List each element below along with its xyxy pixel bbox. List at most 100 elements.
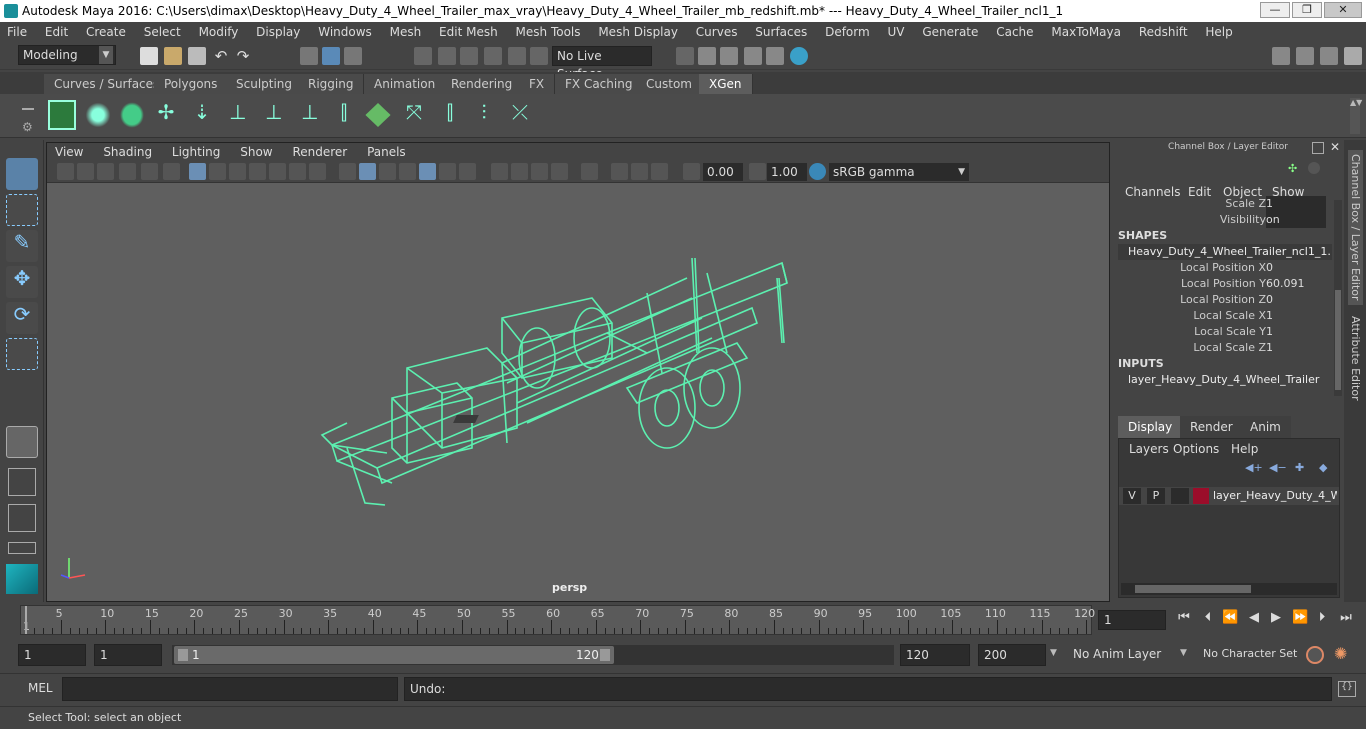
menu-deform[interactable]: Deform bbox=[818, 22, 877, 42]
shelf-tab-custom[interactable]: Custom bbox=[636, 74, 703, 94]
layer-menu-layers[interactable]: Layers bbox=[1129, 439, 1169, 459]
live-surface-field[interactable]: No Live Surface bbox=[552, 46, 652, 81]
modeling-toolkit-icon[interactable] bbox=[1296, 47, 1314, 65]
select-tool-icon[interactable] bbox=[6, 158, 38, 190]
channel-row[interactable]: Local Position Y 60.091 bbox=[1112, 276, 1332, 292]
wireframe-icon[interactable] bbox=[339, 163, 356, 180]
shadows-icon[interactable] bbox=[459, 163, 476, 180]
side-tab-channel-box[interactable]: Channel Box / Layer Editor bbox=[1348, 150, 1363, 305]
side-tab-attribute-editor[interactable]: Attribute Editor bbox=[1348, 312, 1363, 405]
script-editor-icon[interactable]: {} bbox=[1338, 681, 1356, 697]
gamma-field[interactable]: 1.00 bbox=[767, 163, 807, 181]
animation-end-field[interactable]: 200 bbox=[978, 644, 1046, 666]
shelf-tab-polygons[interactable]: Polygons bbox=[154, 74, 229, 94]
attribute-editor-icon[interactable] bbox=[1320, 47, 1338, 65]
two-view-icon[interactable] bbox=[8, 504, 36, 532]
channel-row[interactable]: Local Scale Z 1 bbox=[1112, 340, 1332, 356]
save-scene-icon[interactable] bbox=[188, 47, 206, 65]
character-set-selector[interactable]: No Character Set bbox=[1198, 644, 1298, 666]
xgen-move-guide-icon[interactable]: ⇣ bbox=[188, 100, 216, 130]
xgen-editor-icon[interactable] bbox=[48, 100, 76, 130]
maximize-button[interactable]: ❐ bbox=[1292, 2, 1322, 18]
go-to-end-icon[interactable]: ⏭ bbox=[1338, 610, 1354, 626]
channel-value[interactable]: on bbox=[1266, 212, 1326, 228]
layer-tab-anim[interactable]: Anim bbox=[1240, 416, 1291, 438]
shelf-scroll[interactable]: ▲▼ bbox=[1350, 98, 1362, 134]
camera-select-icon[interactable] bbox=[57, 163, 74, 180]
channel-row[interactable]: Local Position X 0 bbox=[1112, 260, 1332, 276]
paint-select-tool-icon[interactable]: ✎ bbox=[6, 230, 38, 262]
lasso-tool-icon[interactable] bbox=[6, 194, 38, 226]
layer-editor-hscroll[interactable] bbox=[1121, 583, 1337, 595]
open-scene-icon[interactable] bbox=[164, 47, 182, 65]
four-view-icon[interactable] bbox=[8, 468, 36, 496]
menu-generate[interactable]: Generate bbox=[915, 22, 985, 42]
colorspace-selector[interactable]: sRGB gamma ▼ bbox=[829, 163, 969, 181]
grid-icon[interactable] bbox=[189, 163, 206, 180]
xgen-guide-view-icon[interactable]: ⊥ bbox=[260, 100, 288, 130]
lights-icon[interactable] bbox=[439, 163, 456, 180]
field-chart-icon[interactable] bbox=[269, 163, 286, 180]
snap-point-icon[interactable] bbox=[460, 47, 478, 65]
channel-value[interactable]: 0 bbox=[1266, 292, 1326, 308]
shelf-tab-rigging[interactable]: Rigging bbox=[298, 74, 365, 94]
close-button[interactable]: ✕ bbox=[1324, 2, 1362, 18]
menu-mesh-display[interactable]: Mesh Display bbox=[591, 22, 685, 42]
playback-end-field[interactable]: 120 bbox=[900, 644, 970, 666]
channel-value[interactable]: 1 bbox=[1266, 340, 1326, 356]
rotate-tool-icon[interactable]: ⟳ bbox=[6, 302, 38, 334]
channel-box-icon[interactable] bbox=[1344, 47, 1362, 65]
smooth-shade-icon[interactable] bbox=[359, 163, 376, 180]
vp-menu-show[interactable]: Show bbox=[232, 143, 280, 161]
xgen-add-guide-icon[interactable]: ✢ bbox=[152, 100, 180, 130]
menu-cache[interactable]: Cache bbox=[989, 22, 1040, 42]
exposure-icon[interactable] bbox=[683, 163, 700, 180]
vp-menu-lighting[interactable]: Lighting bbox=[164, 143, 229, 161]
isolate-select-icon[interactable] bbox=[581, 163, 598, 180]
snap-grid-icon[interactable] bbox=[414, 47, 432, 65]
snap-view-icon[interactable] bbox=[484, 47, 502, 65]
menu-edit-mesh[interactable]: Edit Mesh bbox=[432, 22, 505, 42]
vp-menu-shading[interactable]: Shading bbox=[95, 143, 160, 161]
layer-tab-render[interactable]: Render bbox=[1180, 416, 1243, 438]
shelf-tab-sculpting[interactable]: Sculpting bbox=[226, 74, 304, 94]
render-settings-icon[interactable] bbox=[766, 47, 784, 65]
xgen-delete-guide-icon[interactable]: ⤫ bbox=[506, 100, 534, 130]
menu-mesh[interactable]: Mesh bbox=[383, 22, 429, 42]
menu-curves[interactable]: Curves bbox=[689, 22, 745, 42]
xray-icon[interactable] bbox=[399, 163, 416, 180]
layer-menu-options[interactable]: Options bbox=[1173, 439, 1219, 459]
channel-row[interactable]: Local Scale X 1 bbox=[1112, 308, 1332, 324]
new-scene-icon[interactable] bbox=[140, 47, 158, 65]
channel-value[interactable]: 1 bbox=[1266, 196, 1326, 212]
range-end-grip[interactable] bbox=[600, 649, 610, 661]
hypershade-icon[interactable] bbox=[790, 47, 808, 65]
shelf-tab-rendering[interactable]: Rendering bbox=[441, 74, 524, 94]
shelf-tab-curves-surfaces[interactable]: Curves / Surfaces bbox=[44, 74, 171, 94]
resolution-gate-icon[interactable] bbox=[229, 163, 246, 180]
xgen-groom-icon[interactable]: ⫿ bbox=[436, 100, 464, 130]
new-layer-icon[interactable]: ✚ bbox=[1295, 461, 1304, 474]
range-handle[interactable]: 1 120 bbox=[174, 646, 614, 664]
xray-joints-icon[interactable] bbox=[611, 163, 628, 180]
move-layer-down-icon[interactable]: ◀− bbox=[1269, 461, 1287, 474]
color-management-icon[interactable] bbox=[809, 163, 826, 180]
2d-pan-icon[interactable] bbox=[141, 163, 158, 180]
single-view-icon[interactable] bbox=[6, 426, 38, 458]
render-history-icon[interactable] bbox=[676, 47, 694, 65]
time-ruler[interactable]: 5 10 15 20 25 30 35 40 45 50 55 60 65 70 75 80 85 90 95 100… bbox=[20, 605, 1095, 635]
menu-file[interactable]: File bbox=[0, 22, 34, 42]
snap-curve-icon[interactable] bbox=[438, 47, 456, 65]
xgen-plane-icon[interactable] bbox=[365, 103, 391, 127]
menu-surfaces[interactable]: Surfaces bbox=[748, 22, 814, 42]
select-component-icon[interactable] bbox=[344, 47, 362, 65]
xgen-bend-icon[interactable]: ⤧ bbox=[400, 100, 428, 130]
range-track[interactable]: 1 120 bbox=[172, 645, 894, 665]
menu-windows[interactable]: Windows bbox=[311, 22, 379, 42]
shelf-tab-fx[interactable]: FX bbox=[519, 74, 556, 94]
shelf-tab-xgen[interactable]: XGen bbox=[699, 74, 753, 94]
input-node-name[interactable]: layer_Heavy_Duty_4_Wheel_Trailer bbox=[1128, 373, 1319, 386]
xgen-comb-icon[interactable]: ⫶ bbox=[470, 100, 498, 130]
layer-tab-display[interactable]: Display bbox=[1118, 416, 1183, 438]
channel-value[interactable]: 1 bbox=[1266, 324, 1326, 340]
